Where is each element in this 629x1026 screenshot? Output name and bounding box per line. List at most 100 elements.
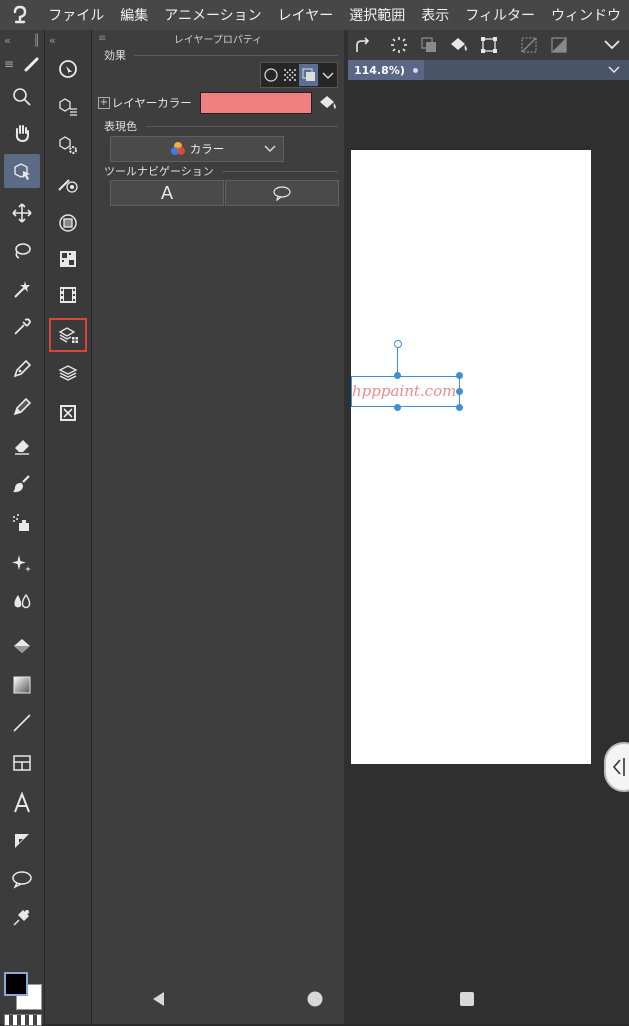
panel-grip-icon[interactable]: ║ [33, 34, 40, 47]
text-object-selection[interactable]: hpppaint.com [351, 376, 460, 407]
layer-search[interactable] [49, 396, 87, 430]
expression-color-dropdown[interactable]: カラー [110, 136, 284, 162]
paint-bucket-icon [451, 38, 467, 51]
menu-file[interactable]: ファイル [40, 5, 112, 25]
app-logo-icon[interactable] [0, 4, 40, 26]
brush-size[interactable] [49, 166, 87, 200]
panel-header: ≡ レイヤープロパティ [92, 30, 344, 46]
gradient-tool[interactable] [4, 668, 40, 702]
fill-bucket-icon[interactable] [318, 94, 338, 112]
effect-dropdown-button[interactable] [318, 64, 337, 86]
menu-lines-icon[interactable]: ≡ [4, 57, 14, 71]
lasso-tool[interactable] [4, 234, 40, 268]
menu-filter[interactable]: フィルター [457, 5, 543, 25]
canvas-tab[interactable]: 114.8%) [348, 60, 424, 80]
menu-window[interactable]: ウィンドウ [543, 5, 629, 25]
line-tool[interactable] [4, 706, 40, 740]
transform-handle-right[interactable] [456, 388, 463, 395]
eraser-tool[interactable] [4, 428, 40, 462]
subtool-3d-list[interactable] [49, 90, 87, 124]
collapse-left-icon[interactable]: « [49, 34, 56, 47]
menu-animation[interactable]: アニメーション [156, 5, 269, 25]
tab-list-chevron[interactable] [607, 65, 621, 75]
object-tool[interactable] [4, 154, 40, 188]
pen-tool[interactable] [4, 352, 40, 386]
foreground-color[interactable] [4, 972, 28, 996]
layer-color-swatch[interactable] [200, 92, 312, 114]
balloon-tool-nav-button[interactable] [225, 180, 339, 206]
eyedropper-tool[interactable] [4, 310, 40, 344]
transform-handle-bottom-right[interactable] [456, 404, 463, 411]
chevron-left-icon [612, 758, 625, 776]
hand-tool[interactable] [4, 116, 40, 150]
transform-handle-top[interactable] [394, 372, 401, 379]
menu-view[interactable]: 表示 [413, 5, 457, 25]
expand-plus-icon[interactable]: + [98, 97, 110, 109]
layer-property[interactable] [49, 318, 87, 352]
frame-tool[interactable] [4, 746, 40, 780]
menu-edit[interactable]: 編集 [112, 5, 156, 25]
document-canvas[interactable] [351, 150, 591, 764]
balloon-tail-icon [15, 834, 29, 848]
text-tool[interactable] [4, 786, 40, 820]
loading-button[interactable] [384, 30, 414, 60]
eyedropper-icon [14, 318, 31, 335]
color-circles-icon [170, 142, 185, 155]
menu-layer[interactable]: レイヤー [270, 5, 342, 25]
transparent-color-swatch[interactable] [4, 1014, 42, 1026]
transform-handle-bottom[interactable] [394, 404, 401, 411]
transform-handle-top-right[interactable] [456, 372, 463, 379]
rotation-handle[interactable] [394, 340, 402, 348]
brush-size-icon [58, 179, 78, 193]
zoom-tool[interactable] [4, 80, 40, 114]
nav-recents-button[interactable] [458, 990, 476, 1008]
text-tool-nav-button[interactable]: A [110, 180, 224, 206]
nav-home-button[interactable] [306, 990, 324, 1008]
command-bar-expand[interactable] [597, 30, 627, 60]
move-tool[interactable] [4, 196, 40, 230]
layer-property-icon [58, 327, 78, 343]
move-arrows-icon [12, 203, 32, 223]
cube-gear-icon [59, 136, 77, 154]
subtool-3d-settings[interactable] [49, 128, 87, 162]
airbrush-tool[interactable] [4, 506, 40, 540]
blend-tool[interactable] [4, 584, 40, 618]
magic-wand-tool[interactable] [4, 272, 40, 306]
layer-color-label: レイヤーカラー [111, 96, 192, 110]
effect-tone-button[interactable] [280, 64, 299, 86]
balloon-tool[interactable] [4, 824, 40, 858]
command-bar [348, 30, 629, 60]
material[interactable] [49, 242, 87, 276]
correct-line-tool[interactable] [4, 900, 40, 934]
pencil-tool[interactable] [4, 390, 40, 424]
navigator[interactable] [49, 52, 87, 86]
side-panel-toggle[interactable] [604, 742, 629, 792]
expression-divider [146, 126, 338, 127]
panel-menu-icon[interactable]: ≡ [98, 33, 106, 44]
clear-selection-button[interactable] [514, 30, 544, 60]
invert-selection-button[interactable] [544, 30, 574, 60]
effect-layer-color-button[interactable] [299, 64, 318, 86]
pencil-icon [13, 397, 32, 416]
navigator-icon [59, 60, 77, 78]
menu-selection[interactable]: 選択範囲 [341, 5, 413, 25]
transform-button[interactable] [474, 30, 504, 60]
copy-layer-button[interactable] [414, 30, 444, 60]
redo-button[interactable] [348, 30, 378, 60]
layers[interactable] [49, 356, 87, 390]
fill-tool[interactable] [4, 630, 40, 664]
collapse-left-icon[interactable]: « [4, 34, 11, 47]
speech-bubble-icon [273, 186, 291, 201]
layer-palette[interactable] [49, 206, 87, 240]
effect-border-button[interactable] [261, 64, 280, 86]
timeline[interactable] [49, 278, 87, 312]
current-brush-icon[interactable] [24, 56, 40, 72]
fill-selection-button[interactable] [444, 30, 474, 60]
hand-icon [15, 125, 29, 143]
text-object[interactable]: hpppaint.com [352, 382, 456, 400]
decoration-tool[interactable] [4, 546, 40, 580]
speech-tool[interactable] [4, 862, 40, 896]
nav-back-button[interactable] [150, 990, 168, 1008]
brush-tool[interactable] [4, 466, 40, 500]
airbrush-icon [13, 514, 29, 531]
